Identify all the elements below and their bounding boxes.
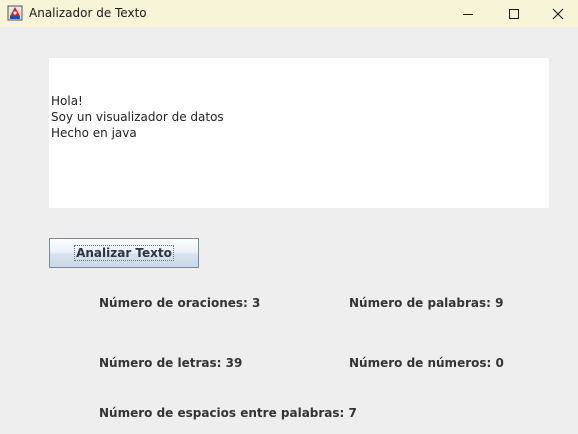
minimize-button[interactable] xyxy=(445,0,491,27)
letter-count-label: Número de letras: 39 xyxy=(99,356,243,370)
number-count-label: Número de números: 0 xyxy=(349,356,504,370)
minimize-icon xyxy=(463,13,473,15)
analyze-text-button[interactable]: Analizar Texto xyxy=(49,238,199,268)
analyze-text-button-label: Analizar Texto xyxy=(74,245,174,261)
close-icon xyxy=(552,8,563,19)
input-text-content: Hola! Soy un visualizador de datos Hecho… xyxy=(51,94,224,140)
maximize-button[interactable] xyxy=(491,0,537,27)
window-title: Analizador de Texto xyxy=(29,6,147,20)
input-text-area[interactable]: Hola! Soy un visualizador de datos Hecho… xyxy=(49,58,549,208)
title-bar[interactable]: Analizador de Texto xyxy=(0,0,578,27)
maximize-icon xyxy=(509,8,519,19)
sentence-count-label: Número de oraciones: 3 xyxy=(99,296,261,310)
space-count-label: Número de espacios entre palabras: 7 xyxy=(99,406,357,420)
close-button[interactable] xyxy=(537,0,578,27)
java-app-icon[interactable] xyxy=(7,5,23,21)
word-count-label: Número de palabras: 9 xyxy=(349,296,504,310)
